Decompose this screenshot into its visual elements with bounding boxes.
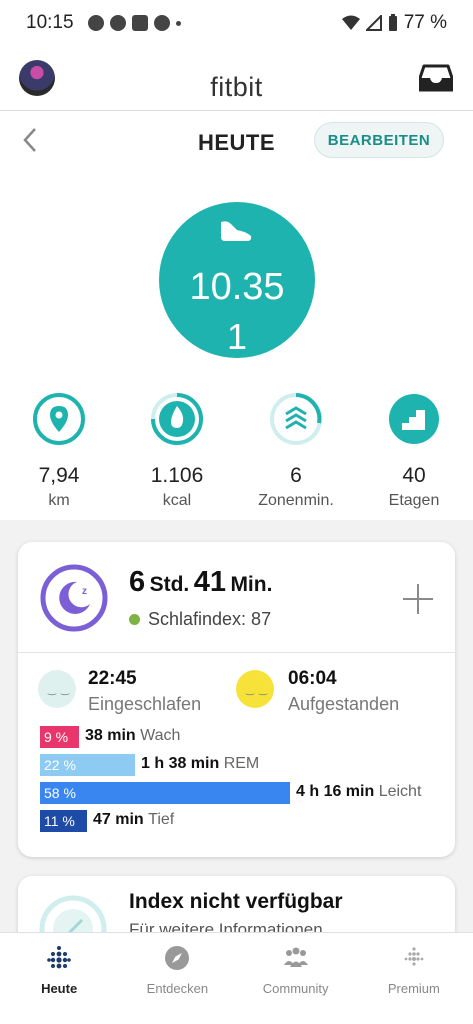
- add-sleep-button[interactable]: [403, 584, 433, 614]
- nav-label: Community: [262, 981, 329, 996]
- shoe-icon: [221, 221, 252, 241]
- stat-value: 7,94: [38, 464, 80, 487]
- sleep-hours-unit: Std.: [149, 573, 190, 596]
- nav-label: Premium: [387, 981, 440, 996]
- premium-dots-icon: [404, 947, 424, 966]
- stat-unit: kcal: [162, 492, 192, 509]
- stat-unit: Zonenmin.: [258, 492, 334, 509]
- nav-label: Heute: [41, 981, 78, 996]
- nav-community[interactable]: Community: [237, 933, 355, 1024]
- app-header: fitbit: [0, 50, 473, 110]
- sleep-stage-duration: 38 min Wach: [85, 727, 180, 745]
- stat-zone-minutes[interactable]: 6 Zonenmin.: [241, 392, 351, 510]
- more-notifications-icon: [175, 20, 181, 26]
- stage-duration-value: 4 h 16 min: [296, 783, 375, 800]
- stat-value: 1.106: [150, 464, 204, 487]
- stat-distance[interactable]: 7,94 km: [4, 392, 114, 510]
- battery-percent: 77 %: [403, 12, 447, 33]
- app-brand: fitbit: [210, 72, 263, 102]
- woke-label: Aufgestanden: [288, 694, 400, 714]
- fell-asleep-label: Eingeschlafen: [88, 694, 202, 714]
- stat-value: 6: [290, 464, 302, 487]
- notification-icons: [87, 15, 181, 31]
- header-divider: [0, 110, 473, 111]
- status-time: 10:15: [26, 12, 74, 33]
- day-navigation: HEUTE BEARBEITEN: [0, 112, 473, 168]
- sleep-stage-duration: 4 h 16 min Leicht: [296, 783, 421, 801]
- sleep-card[interactable]: z 6 Std. 41 Min. Schlafindex: 87 ‿‿ 22:4…: [18, 542, 455, 857]
- wifi-icon: [341, 15, 360, 30]
- sleep-minutes: 41: [193, 566, 226, 598]
- stat-value: 40: [402, 464, 426, 487]
- stage-name: Leicht: [378, 783, 422, 800]
- index-title: Index nicht verfügbar: [129, 890, 343, 913]
- stat-unit: Etagen: [388, 492, 440, 509]
- nav-premium[interactable]: Premium: [355, 933, 473, 1024]
- stage-duration-value: 1 h 38 min: [141, 755, 220, 772]
- score-status-dot: [129, 614, 140, 625]
- sleep-score-text: Schlafindex: 87: [148, 609, 272, 629]
- stat-floors[interactable]: 40 Etagen: [359, 392, 469, 510]
- inbox-icon[interactable]: [419, 64, 453, 92]
- gmail-icon: [131, 15, 148, 31]
- app-notification-icon: [109, 15, 126, 31]
- nav-label: Entdecken: [146, 981, 209, 996]
- stage-name: Wach: [140, 727, 181, 744]
- stage-name: Tief: [148, 811, 175, 828]
- sleep-stage-bar: 58 %: [40, 782, 290, 804]
- status-bar: 10:15 77 %: [0, 0, 473, 46]
- card-divider: [18, 652, 455, 653]
- stage-duration-value: 38 min: [85, 727, 136, 744]
- stage-duration-value: 47 min: [93, 811, 144, 828]
- stairs-icon: [389, 394, 439, 444]
- bottom-navigation: Heute Entdecken Community Premium: [0, 932, 473, 1024]
- chrome-icon: [87, 15, 104, 31]
- moon-face-icon: ‿‿: [38, 670, 76, 708]
- battery-icon: [388, 14, 397, 31]
- fell-asleep-time: 22:45: [88, 668, 137, 689]
- svg-text:z: z: [82, 586, 87, 597]
- fan-icon: [153, 15, 170, 31]
- sleep-stage-bar: 9 %: [40, 726, 79, 748]
- steps-value-second-line: 1: [226, 316, 248, 357]
- dots-grid-icon: [47, 946, 71, 969]
- sleep-stage-duration: 47 min Tief: [93, 811, 174, 829]
- zone-chevrons-icon: [270, 393, 322, 445]
- sleep-minutes-unit: Min.: [230, 573, 273, 596]
- nav-discover[interactable]: Entdecken: [118, 933, 236, 1024]
- stage-name: REM: [223, 755, 260, 772]
- compass-icon: [165, 946, 190, 970]
- sleep-duration: 6 Std. 41 Min.: [129, 566, 272, 599]
- people-icon: [283, 947, 308, 967]
- edit-button[interactable]: BEARBEITEN: [314, 122, 444, 158]
- sleep-stage-bar: 11 %: [40, 810, 87, 832]
- location-pin-icon: [33, 393, 85, 445]
- sleep-score: Schlafindex: 87: [129, 609, 271, 630]
- sun-face-icon: ‿‿: [236, 670, 274, 708]
- woke-time: 06:04: [288, 668, 337, 689]
- steps-hero-circle[interactable]: 10.35 1: [159, 202, 315, 358]
- stat-calories[interactable]: 1.106 kcal: [122, 392, 232, 510]
- signal-icon: [365, 15, 382, 31]
- stat-unit: km: [48, 492, 70, 509]
- sleep-stage-duration: 1 h 38 min REM: [141, 755, 259, 773]
- sleep-hours: 6: [129, 566, 146, 598]
- nav-today[interactable]: Heute: [0, 933, 118, 1024]
- steps-value: 10.35: [189, 266, 285, 308]
- flame-icon: [151, 393, 203, 445]
- sleep-stage-bar: 22 %: [40, 754, 135, 776]
- moon-sleep-icon: z: [40, 564, 108, 632]
